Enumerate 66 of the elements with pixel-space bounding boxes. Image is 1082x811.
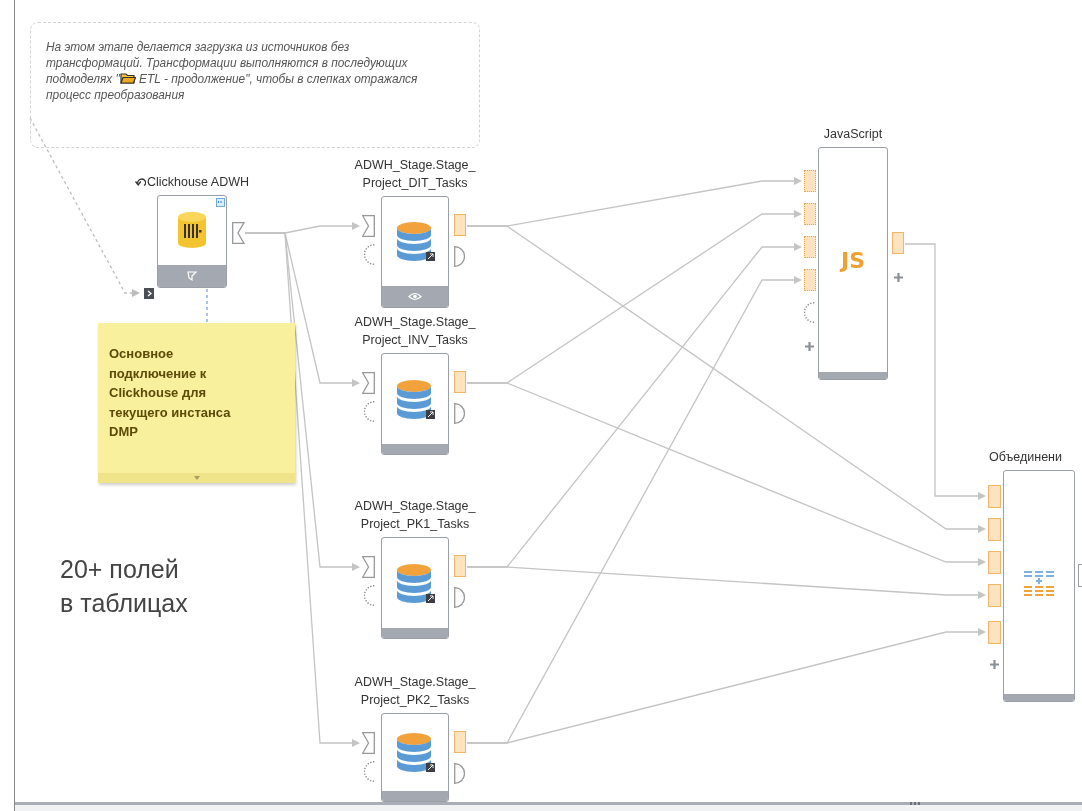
input-port[interactable] [362, 215, 375, 237]
node-label: ADWH_Stage.Stage_ Project_DIT_Tasks [353, 157, 477, 192]
node-box[interactable] [381, 537, 449, 639]
link-badge-icon [216, 198, 225, 207]
resize-grip-icon[interactable] [910, 802, 920, 805]
input-port[interactable] [988, 551, 1001, 574]
pin-icon[interactable] [186, 270, 198, 282]
folder-icon [119, 72, 136, 84]
error-port-icon[interactable] [364, 585, 375, 606]
node-label: JavaScript [822, 126, 884, 143]
node-box[interactable] [381, 196, 449, 308]
node-footer [1004, 694, 1074, 701]
node-label: ADWH_Stage.Stage_ Project_PK1_Tasks [353, 498, 477, 533]
output-port[interactable] [454, 731, 466, 753]
error-port-icon[interactable] [364, 761, 375, 782]
output-port[interactable] [454, 555, 466, 577]
node-box[interactable] [157, 195, 227, 288]
error-port-icon[interactable] [364, 244, 375, 265]
input-port[interactable] [988, 518, 1001, 541]
database-icon [176, 210, 208, 251]
half-circle-port[interactable] [454, 246, 465, 267]
input-port[interactable] [804, 203, 816, 225]
input-port[interactable] [988, 485, 1001, 508]
output-port[interactable] [454, 214, 466, 236]
merge-icon [1023, 569, 1055, 596]
input-port[interactable] [804, 170, 816, 192]
node-footer [819, 372, 887, 379]
annotation-text: 20+ полей в таблицах [60, 554, 188, 619]
half-circle-port[interactable] [454, 587, 465, 608]
input-port[interactable] [362, 372, 375, 394]
input-port[interactable] [362, 556, 375, 578]
node-label: ADWH_Stage.Stage_ Project_INV_Tasks [353, 314, 477, 349]
expand-icon[interactable] [144, 288, 154, 299]
add-port-icon[interactable] [805, 342, 814, 351]
comment-text: На этом этапе делается загрузка из источников без трансформаций. Трансформации выполняются в последующих подмоделях " ETL - продолжение", чтобы в слепках отражался процесс преобразования [46, 39, 419, 103]
add-port-icon[interactable] [894, 273, 903, 282]
node-label: ADWH_Stage.Stage_ Project_PK2_Tasks [353, 674, 477, 709]
output-port[interactable] [892, 232, 904, 254]
js-logo: JS [841, 247, 865, 273]
input-port[interactable] [804, 236, 816, 258]
node-box[interactable] [381, 353, 449, 455]
error-port-icon[interactable] [364, 401, 375, 422]
node-box[interactable] [381, 713, 449, 802]
dashed-link-line [206, 288, 208, 323]
sticky-note-text: Основное подключение к Clickhouse для текущего инстанса DMP [109, 345, 232, 441]
input-port[interactable] [804, 269, 816, 291]
database-icon [394, 221, 436, 262]
input-port[interactable] [988, 621, 1001, 644]
link-arrow-icon [134, 177, 146, 187]
node-label: Объединени [989, 449, 1063, 466]
database-icon [394, 562, 436, 604]
input-port[interactable] [362, 732, 375, 754]
output-port[interactable] [232, 222, 245, 244]
output-port[interactable] [454, 371, 466, 393]
half-circle-port[interactable] [454, 763, 465, 784]
collapse-icon[interactable] [193, 476, 200, 480]
node-box[interactable] [1003, 470, 1075, 702]
error-port-icon[interactable] [804, 302, 815, 323]
database-icon [394, 378, 436, 420]
half-circle-port[interactable] [454, 403, 465, 424]
add-port-icon[interactable] [990, 660, 999, 669]
node-box[interactable]: JS [818, 147, 888, 380]
eye-icon[interactable] [408, 292, 422, 301]
node-label: Clickhouse ADWH [146, 174, 250, 191]
database-icon [394, 732, 436, 773]
input-port[interactable] [988, 584, 1001, 607]
